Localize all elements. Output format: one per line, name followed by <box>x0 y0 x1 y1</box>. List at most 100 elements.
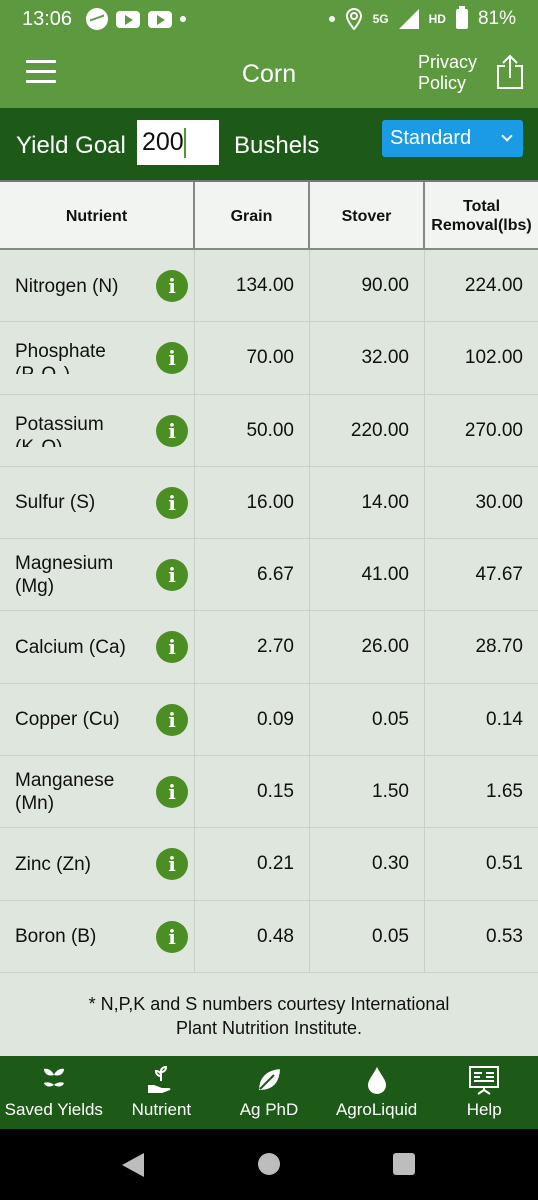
back-icon[interactable] <box>122 1153 144 1177</box>
total-value: 30.00 <box>475 491 523 513</box>
grain-cell: 16.00 <box>195 466 310 539</box>
stover-cell: 0.05 <box>310 900 425 973</box>
stover-cell: 14.00 <box>310 466 425 539</box>
drop-icon <box>367 1067 386 1094</box>
nutrient-cell: Zinc (Zn) i <box>0 828 195 901</box>
grain-value: 0.09 <box>257 708 294 730</box>
info-icon[interactable]: i <box>156 559 188 592</box>
share-icon[interactable] <box>496 54 524 90</box>
header-total-removal: Total Removal(lbs) <box>431 198 532 234</box>
total-value: 0.53 <box>486 925 523 947</box>
grain-value: 6.67 <box>257 564 294 586</box>
nav-label: Nutrient <box>131 1100 192 1119</box>
messenger-icon <box>86 8 109 30</box>
grain-cell: 0.48 <box>195 900 310 973</box>
status-dot-icon <box>328 16 335 22</box>
table-row: Phosphate (P₂O₅) i 70.00 32.00 102.00 <box>0 322 538 395</box>
grain-value: 16.00 <box>246 491 294 513</box>
stover-value: 90.00 <box>361 275 409 296</box>
chevron-down-icon <box>501 130 513 142</box>
footnote-line-1: * N,P,K and S numbers courtesy Internati… <box>88 994 450 1014</box>
info-icon[interactable]: i <box>156 342 188 375</box>
stover-cell: 220.00 <box>310 394 425 467</box>
recent-apps-icon[interactable] <box>393 1153 415 1175</box>
info-icon[interactable]: i <box>156 631 188 664</box>
stover-cell: 90.00 <box>310 250 425 322</box>
nutrient-name: Zinc (Zn) <box>15 853 91 875</box>
location-icon <box>345 8 362 30</box>
total-cell: 30.00 <box>425 467 538 539</box>
nutrient-cell: Boron (B) i <box>0 900 195 973</box>
grain-value: 0.21 <box>257 853 294 875</box>
nav-agroliquid[interactable]: AgroLiquid <box>323 1056 431 1129</box>
table-row: Copper (Cu) i 0.09 0.05 0.14 <box>0 683 538 757</box>
nav-ag-phd[interactable]: Ag PhD <box>215 1056 323 1129</box>
nav-nutrient[interactable]: Nutrient <box>108 1056 216 1129</box>
yield-goal-input[interactable] <box>137 120 219 165</box>
yield-goal-bar: Yield Goal Bushels Standard <box>0 108 538 180</box>
bottom-nav: Saved Yields Nutrient Ag PhD AgroLiquid … <box>0 1056 538 1129</box>
stover-value: 220.00 <box>350 419 409 441</box>
youtube-icon-2 <box>148 10 173 28</box>
grain-cell: 2.70 <box>195 611 310 684</box>
nav-saved-yields[interactable]: Saved Yields <box>0 1056 108 1129</box>
text-cursor <box>184 128 186 158</box>
table-row: Zinc (Zn) i 0.21 0.30 0.51 <box>0 828 538 901</box>
total-cell: 0.51 <box>425 828 538 900</box>
total-value: 0.14 <box>486 708 523 730</box>
nutrient-cell: Sulfur (S) i <box>0 466 195 539</box>
system-nav-bar <box>0 1129 538 1200</box>
grain-cell: 6.67 <box>195 539 310 612</box>
total-cell: 47.67 <box>425 539 538 611</box>
header-nutrient: Nutrient <box>0 182 195 250</box>
total-cell: 0.14 <box>425 684 538 756</box>
table-row: Calcium (Ca) i 2.70 26.00 28.70 <box>0 611 538 684</box>
info-icon[interactable]: i <box>156 776 188 809</box>
privacy-line-1: Privacy <box>418 52 478 72</box>
total-cell: 270.00 <box>425 395 538 467</box>
home-icon[interactable] <box>258 1153 280 1175</box>
mode-select-value: Standard <box>390 127 472 149</box>
info-icon[interactable]: i <box>156 486 188 519</box>
privacy-policy-link[interactable]: Privacy Policy <box>418 52 477 94</box>
nutrient-name: Potassium (K₂O) <box>15 413 104 447</box>
grain-cell: 0.15 <box>195 756 310 829</box>
total-cell: 224.00 <box>425 250 538 322</box>
total-value: 0.51 <box>486 853 523 875</box>
footnote-line-2: Plant Nutrition Institute. <box>175 1018 363 1038</box>
info-icon[interactable]: i <box>156 848 188 881</box>
grain-cell: 134.00 <box>195 250 310 322</box>
youtube-icon <box>116 10 141 28</box>
stover-cell: 32.00 <box>310 322 425 395</box>
nav-help[interactable]: Help <box>430 1056 538 1129</box>
table-row: Manganese (Mn) i 0.15 1.50 1.65 <box>0 756 538 829</box>
table-row: Potassium (K₂O) i 50.00 220.00 270.00 <box>0 394 538 467</box>
nutrient-cell: Nitrogen (N) i <box>0 250 195 322</box>
table-row: Nitrogen (N) i 134.00 90.00 224.00 <box>0 250 538 323</box>
info-icon[interactable]: i <box>156 414 188 447</box>
mode-select[interactable]: Standard <box>382 120 523 157</box>
grain-cell: 50.00 <box>195 394 310 467</box>
table-row: Boron (B) i 0.48 0.05 0.53 <box>0 900 538 973</box>
hand-plant-icon <box>148 1065 171 1093</box>
grain-value: 70.00 <box>246 347 294 369</box>
info-icon[interactable]: i <box>156 703 188 736</box>
stover-cell: 0.05 <box>310 683 425 756</box>
signal-icon <box>398 9 419 29</box>
table-body: Nitrogen (N) i 134.00 90.00 224.00 Phosphate … <box>0 250 538 973</box>
info-icon[interactable]: i <box>156 270 188 302</box>
grain-value: 50.00 <box>246 419 294 441</box>
status-bar: 13:06 5G HD 81% <box>0 0 538 38</box>
nutrient-cell: Calcium (Ca) i <box>0 611 195 684</box>
notification-dot-icon <box>180 16 187 22</box>
total-value: 28.70 <box>475 636 523 658</box>
nutrient-name: Phosphate (P₂O₅) <box>15 341 106 374</box>
nutrient-table: Nutrient Grain Stover Total Removal(lbs)… <box>0 180 538 973</box>
stover-value: 1.50 <box>372 781 409 803</box>
nutrient-name: Calcium (Ca) <box>15 636 126 658</box>
stover-value: 0.05 <box>372 925 409 947</box>
hd-badge: HD <box>428 11 446 26</box>
info-icon[interactable]: i <box>156 920 188 953</box>
nutrient-cell: Magnesium (Mg) i <box>0 539 195 612</box>
nav-label: Saved Yields <box>4 1100 103 1119</box>
